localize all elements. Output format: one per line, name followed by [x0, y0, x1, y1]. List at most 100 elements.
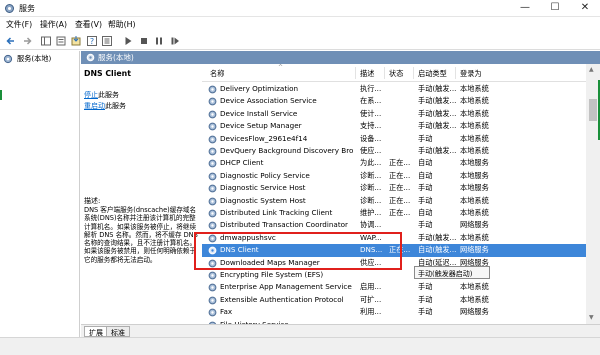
service-name: Fax [220, 307, 233, 317]
service-name: DNS Client [220, 245, 259, 255]
tab-standard[interactable]: 标准 [106, 326, 130, 337]
service-description: 诊断... [360, 170, 382, 180]
service-logon-as: 本地系统 [460, 96, 489, 106]
column-divider[interactable] [384, 67, 385, 79]
column-divider[interactable] [455, 67, 456, 79]
pause-icon[interactable] [153, 35, 165, 47]
service-description: 使计... [360, 108, 382, 118]
table-row[interactable]: Distributed Transaction Coordinator 协调...… [202, 219, 586, 231]
table-row[interactable]: Diagnostic Policy Service 诊断... 正在... 自动 本地服… [202, 170, 586, 182]
service-logon-as: 本地系统 [460, 208, 489, 217]
service-startup-type: 手动 [418, 195, 433, 205]
table-row[interactable]: Diagnostic System Host 诊断... 正在... 手动 本地系统 [202, 195, 586, 207]
table-row[interactable]: dmwappushsvc WAP... 手动(触发... 本地系统 [202, 232, 586, 244]
service-description: 为此... [360, 158, 382, 168]
stop-service-link[interactable]: 停止 [84, 91, 98, 99]
forward-icon[interactable] [21, 35, 33, 47]
tab-extended[interactable]: 扩展 [84, 326, 108, 337]
column-header-name[interactable]: 名称 [210, 69, 224, 79]
column-header-status[interactable]: 状态 [389, 69, 403, 79]
service-description: 支持... [360, 121, 382, 131]
column-divider[interactable] [355, 67, 356, 79]
menu-view[interactable]: 查看(V) [75, 19, 102, 30]
console-tree: 服务(本地) [0, 51, 80, 355]
service-description: DNS... [360, 245, 383, 255]
column-header-logon-as[interactable]: 登录为 [460, 69, 482, 79]
restart-icon[interactable] [169, 35, 181, 47]
panel-header-label: 服务(本地) [98, 53, 134, 62]
service-name: Encrypting File System (EFS) [220, 270, 324, 279]
service-startup-type: 手动(触发... [418, 146, 456, 155]
service-logon-as: 本地系统 [460, 121, 489, 131]
table-row[interactable]: Distributed Link Tracking Client 维护... 正在.… [202, 207, 586, 219]
table-row[interactable]: Device Install Service 使计... 手动(触发... 本地系统 [202, 108, 586, 120]
service-startup-type: 手动(触发... [418, 108, 456, 118]
table-row[interactable]: Delivery Optimization 执行... 手动(触发... 本地系统 [202, 83, 586, 95]
service-logon-as: 本地服务 [460, 183, 489, 193]
column-header-startup-type[interactable]: 启动类型 [418, 69, 447, 79]
service-gear-icon [208, 209, 217, 218]
service-startup-type: 手动 [418, 183, 433, 193]
table-row[interactable]: DevicesFlow_2961e4f14 设备... 手动 本地系统 [202, 133, 586, 145]
table-row[interactable]: DHCP Client 为此... 正在... 自动 本地服务 [202, 157, 586, 169]
stop-icon[interactable] [138, 35, 150, 47]
restart-service-suffix: 此服务 [105, 102, 126, 110]
start-icon[interactable] [122, 35, 134, 47]
service-startup-type: 自动 [418, 170, 433, 180]
refresh-icon[interactable] [55, 35, 67, 47]
service-gear-icon [208, 197, 217, 205]
table-row[interactable]: Diagnostic Service Host 诊断... 正在... 手动 本地服务 [202, 182, 586, 194]
close-button[interactable]: ✕ [570, 0, 600, 17]
maximize-button[interactable]: ☐ [540, 0, 570, 17]
show-tree-icon[interactable] [40, 35, 52, 47]
tree-node-services-local[interactable]: 服务(本地) [3, 53, 77, 65]
service-gear-icon [208, 221, 217, 230]
service-gear-icon [208, 271, 217, 280]
menu-file[interactable]: 文件(F) [6, 19, 32, 30]
service-logon-as: 本地系统 [460, 282, 489, 292]
column-header-row: ^ 名称 描述 状态 启动类型 登录为 [202, 64, 586, 82]
service-startup-type: 手动 [418, 282, 433, 292]
description-text: DNS 客户端服务(dnscache)缓存域名系统(DNS)名称并注册该计算机的… [84, 206, 198, 264]
back-icon[interactable] [5, 35, 17, 47]
minimize-button[interactable]: — [510, 0, 540, 17]
restart-service-link[interactable]: 重启动 [84, 102, 105, 110]
tree-node-label: 服务(本地) [17, 54, 52, 63]
table-row[interactable]: Extensible Authentication Protocol 可扩... 手… [202, 294, 586, 306]
service-startup-type: 手动(触发... [418, 121, 456, 131]
export-icon[interactable] [70, 35, 82, 47]
services-gear-icon [3, 54, 13, 64]
svg-text:?: ? [90, 37, 94, 46]
table-row[interactable]: Device Setup Manager 支持... 手动(触发... 本地系统 [202, 120, 586, 132]
table-row[interactable]: Device Association Service 在系... 手动(触发... 本… [202, 95, 586, 107]
table-row[interactable]: Fax 利用... 手动 网络服务 [202, 306, 586, 318]
description-pane: DNS Client 停止此服务 重启动此服务 描述: DNS 客户端服务(dn… [81, 64, 202, 324]
table-row[interactable]: Downloaded Maps Manager 供应... 自动(延迟... 网络服务 [202, 257, 586, 269]
service-name: DevQuery Background Discovery Bro... [220, 146, 354, 155]
column-header-description[interactable]: 描述 [360, 69, 374, 79]
service-startup-type: 手动(触发... [418, 84, 456, 93]
service-logon-as: 本地系统 [460, 84, 489, 93]
menu-help[interactable]: 帮助(H) [108, 19, 136, 30]
service-name: Downloaded Maps Manager [220, 257, 320, 267]
menu-action[interactable]: 操作(A) [40, 19, 67, 30]
column-divider[interactable] [413, 67, 414, 79]
service-gear-icon [208, 296, 217, 305]
service-gear-icon [208, 85, 217, 94]
service-logon-as: 本地系统 [460, 294, 489, 304]
table-row[interactable]: DevQuery Background Discovery Bro... 使应..… [202, 145, 586, 157]
scroll-up-arrow-icon[interactable]: ▲ [589, 66, 594, 73]
service-startup-type: 自动 [418, 158, 433, 168]
service-status: 正在... [389, 158, 411, 168]
service-logon-as: 网络服务 [460, 307, 489, 317]
properties-icon[interactable] [101, 35, 113, 47]
service-description: 设备... [360, 133, 382, 143]
service-logon-as: 本地服务 [460, 170, 489, 180]
table-row[interactable]: Encrypting File System (EFS)本地系统 [202, 269, 586, 281]
table-row-selected[interactable]: DNS Client DNS... 正在... 自动(触发... 网络服务 [202, 244, 586, 257]
table-row[interactable]: Enterprise App Management Service 启用... 手动… [202, 281, 586, 293]
scroll-down-arrow-icon[interactable]: ▼ [589, 314, 594, 321]
scrollbar-thumb[interactable] [589, 99, 597, 121]
service-gear-icon [208, 184, 217, 193]
help-icon[interactable]: ? [86, 35, 98, 47]
